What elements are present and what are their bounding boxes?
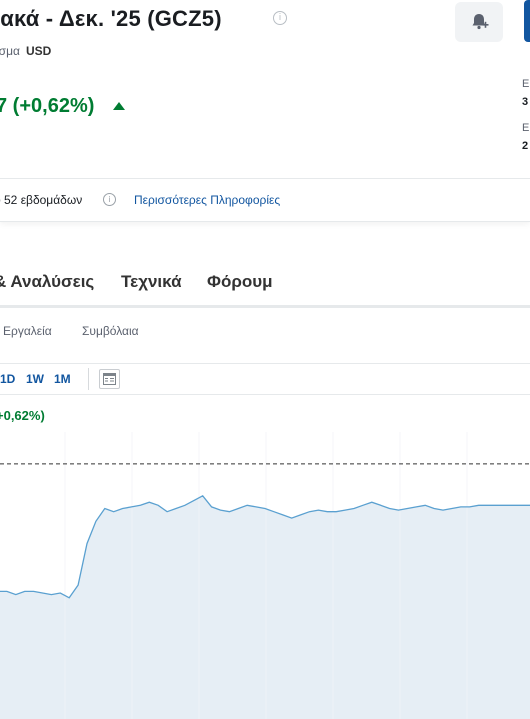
side-label-2: E xyxy=(522,122,530,134)
side-value-1: 3 xyxy=(522,96,529,108)
instrument-header: ιακά - Δεκ. '25 (GCZ5) i ισμα USD 7 (+0,6… xyxy=(0,0,530,222)
subtab-tools[interactable]: Εργαλεία xyxy=(3,324,52,338)
main-tabs: & Αναλύσεις Τεχνικά Φόρουμ xyxy=(0,270,530,308)
chart-change-label: +0,62%) xyxy=(0,408,45,423)
timeframe-1w[interactable]: 1W xyxy=(26,372,44,386)
add-alert-button[interactable] xyxy=(455,2,503,42)
currency-value: USD xyxy=(25,44,52,58)
timeframe-1m[interactable]: 1M xyxy=(54,372,71,386)
chart-area-fill xyxy=(0,495,530,719)
bell-plus-icon xyxy=(472,14,489,30)
currency-line: ισμα USD xyxy=(0,44,51,58)
tab-analysis[interactable]: & Αναλύσεις xyxy=(0,272,94,292)
chart-toolbar: 1D 1W 1M xyxy=(0,364,530,395)
arrow-up-icon xyxy=(113,102,125,110)
week-range-label: ό 52 εβδομάδων xyxy=(0,193,83,207)
side-value-2: 2 xyxy=(522,140,529,152)
instrument-title: ιακά - Δεκ. '25 (GCZ5) xyxy=(0,6,222,31)
toolbar-divider xyxy=(88,368,89,390)
info-icon[interactable]: i xyxy=(273,11,287,25)
price-chart[interactable] xyxy=(0,432,530,719)
chart-settings-icon xyxy=(103,373,116,385)
sub-tabs: Εργαλεία Συμβόλαια xyxy=(0,320,530,364)
primary-action-button[interactable] xyxy=(524,0,530,42)
price-change: 7 (+0,62%) xyxy=(0,95,95,117)
tab-forum[interactable]: Φόρουμ xyxy=(207,272,273,292)
info-icon[interactable]: i xyxy=(103,193,116,206)
chart-settings-button[interactable] xyxy=(99,369,120,389)
divider xyxy=(0,178,530,179)
side-label-1: E xyxy=(522,78,530,90)
currency-label: ισμα xyxy=(0,44,20,58)
more-info-link[interactable]: Περισσότερες Πληροφορίες xyxy=(134,193,280,207)
price-chart-svg xyxy=(0,432,530,719)
tab-technical[interactable]: Τεχνικά xyxy=(121,272,182,292)
timeframe-1d[interactable]: 1D xyxy=(0,372,15,386)
subtab-contracts[interactable]: Συμβόλαια xyxy=(82,324,139,338)
